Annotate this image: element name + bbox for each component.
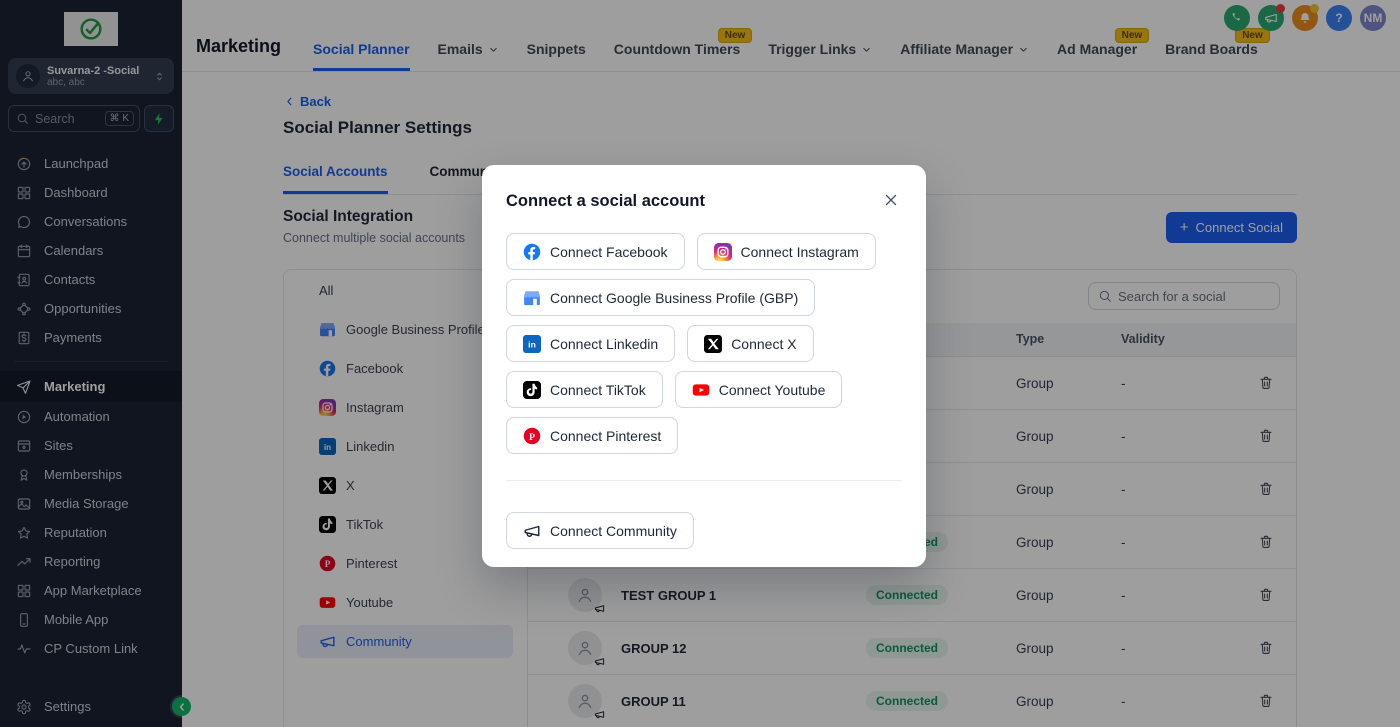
connect-google-business-profile-gbp-button[interactable]: Connect Google Business Profile (GBP): [506, 279, 815, 316]
svg-text:in: in: [528, 339, 536, 349]
modal-header: Connect a social account: [506, 189, 902, 214]
linkedin-icon: in: [523, 335, 541, 353]
connect-youtube-button[interactable]: Connect Youtube: [675, 371, 843, 408]
connect-button-label: Connect X: [731, 336, 796, 352]
youtube-icon: [692, 381, 710, 399]
x-icon: [704, 335, 722, 353]
connect-community-button[interactable]: Connect Community: [506, 512, 694, 549]
connect-button-label: Connect TikTok: [550, 382, 646, 398]
app-root: Suvarna-2 -Social abc, abc Search ⌘ K La…: [0, 0, 1400, 727]
instagram-icon: [714, 243, 732, 261]
connect-instagram-button[interactable]: Connect Instagram: [697, 233, 876, 270]
connect-x-button[interactable]: Connect X: [687, 325, 813, 362]
modal-connect-buttons: Connect Facebook Connect Instagram Connect…: [506, 233, 902, 454]
pinterest-icon: P: [523, 427, 541, 445]
connect-tiktok-button[interactable]: Connect TikTok: [506, 371, 663, 408]
community-section: Connect Community: [506, 512, 902, 549]
connect-button-label: Connect Youtube: [719, 382, 826, 398]
gbp-icon: [523, 289, 541, 307]
close-icon[interactable]: [880, 189, 902, 211]
modal-title: Connect a social account: [506, 189, 705, 214]
connect-community-label: Connect Community: [550, 523, 677, 539]
connect-pinterest-button[interactable]: P Connect Pinterest: [506, 417, 678, 454]
connect-button-label: Connect Google Business Profile (GBP): [550, 290, 798, 306]
svg-text:P: P: [529, 431, 535, 442]
connect-button-label: Connect Linkedin: [550, 336, 658, 352]
modal-divider: [506, 480, 902, 481]
connect-button-label: Connect Facebook: [550, 244, 668, 260]
connect-button-label: Connect Instagram: [741, 244, 859, 260]
connect-facebook-button[interactable]: Connect Facebook: [506, 233, 685, 270]
connect-button-label: Connect Pinterest: [550, 428, 661, 444]
facebook-icon: [523, 243, 541, 261]
connect-linkedin-button[interactable]: in Connect Linkedin: [506, 325, 675, 362]
tiktok-icon: [523, 381, 541, 399]
community-megaphone-icon: [523, 522, 541, 540]
connect-social-modal: Connect a social account Connect Faceboo…: [482, 165, 926, 567]
